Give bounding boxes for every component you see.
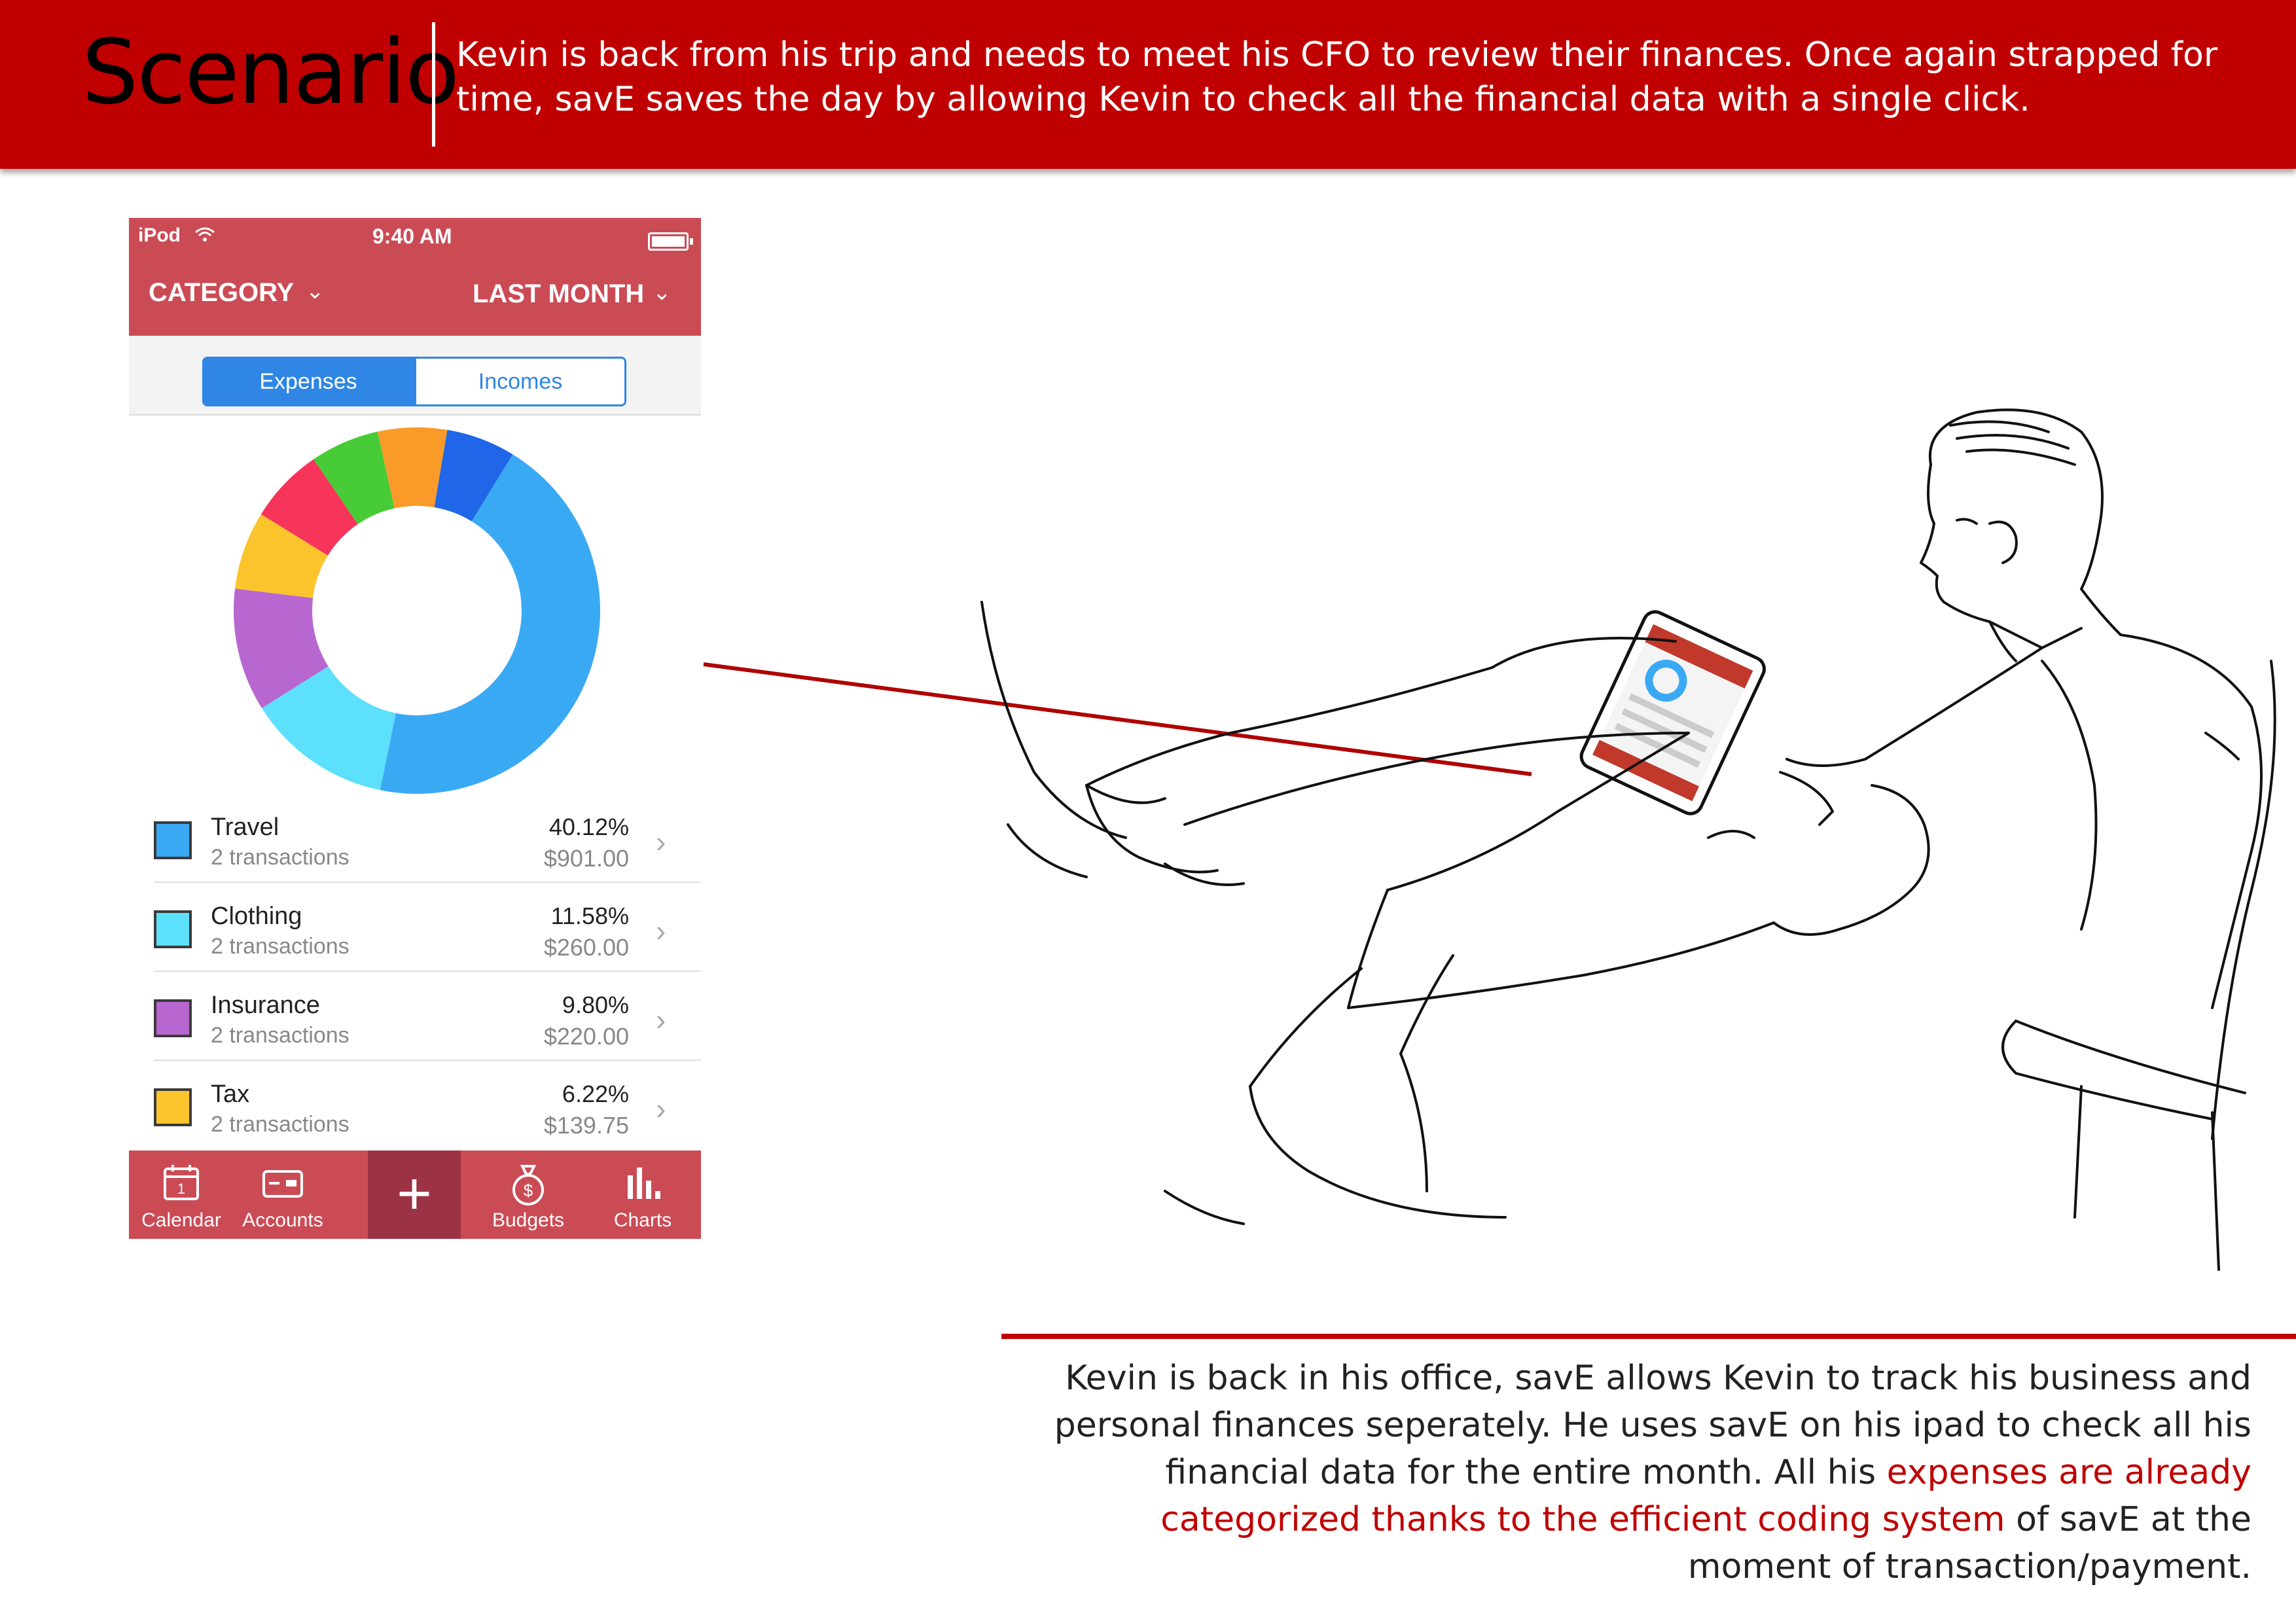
caption-rule (1001, 1334, 2296, 1339)
man-with-tablet-illustration (980, 408, 2276, 1271)
scenario-caption: Kevin is back in his office, savE allows… (1008, 1355, 2251, 1590)
